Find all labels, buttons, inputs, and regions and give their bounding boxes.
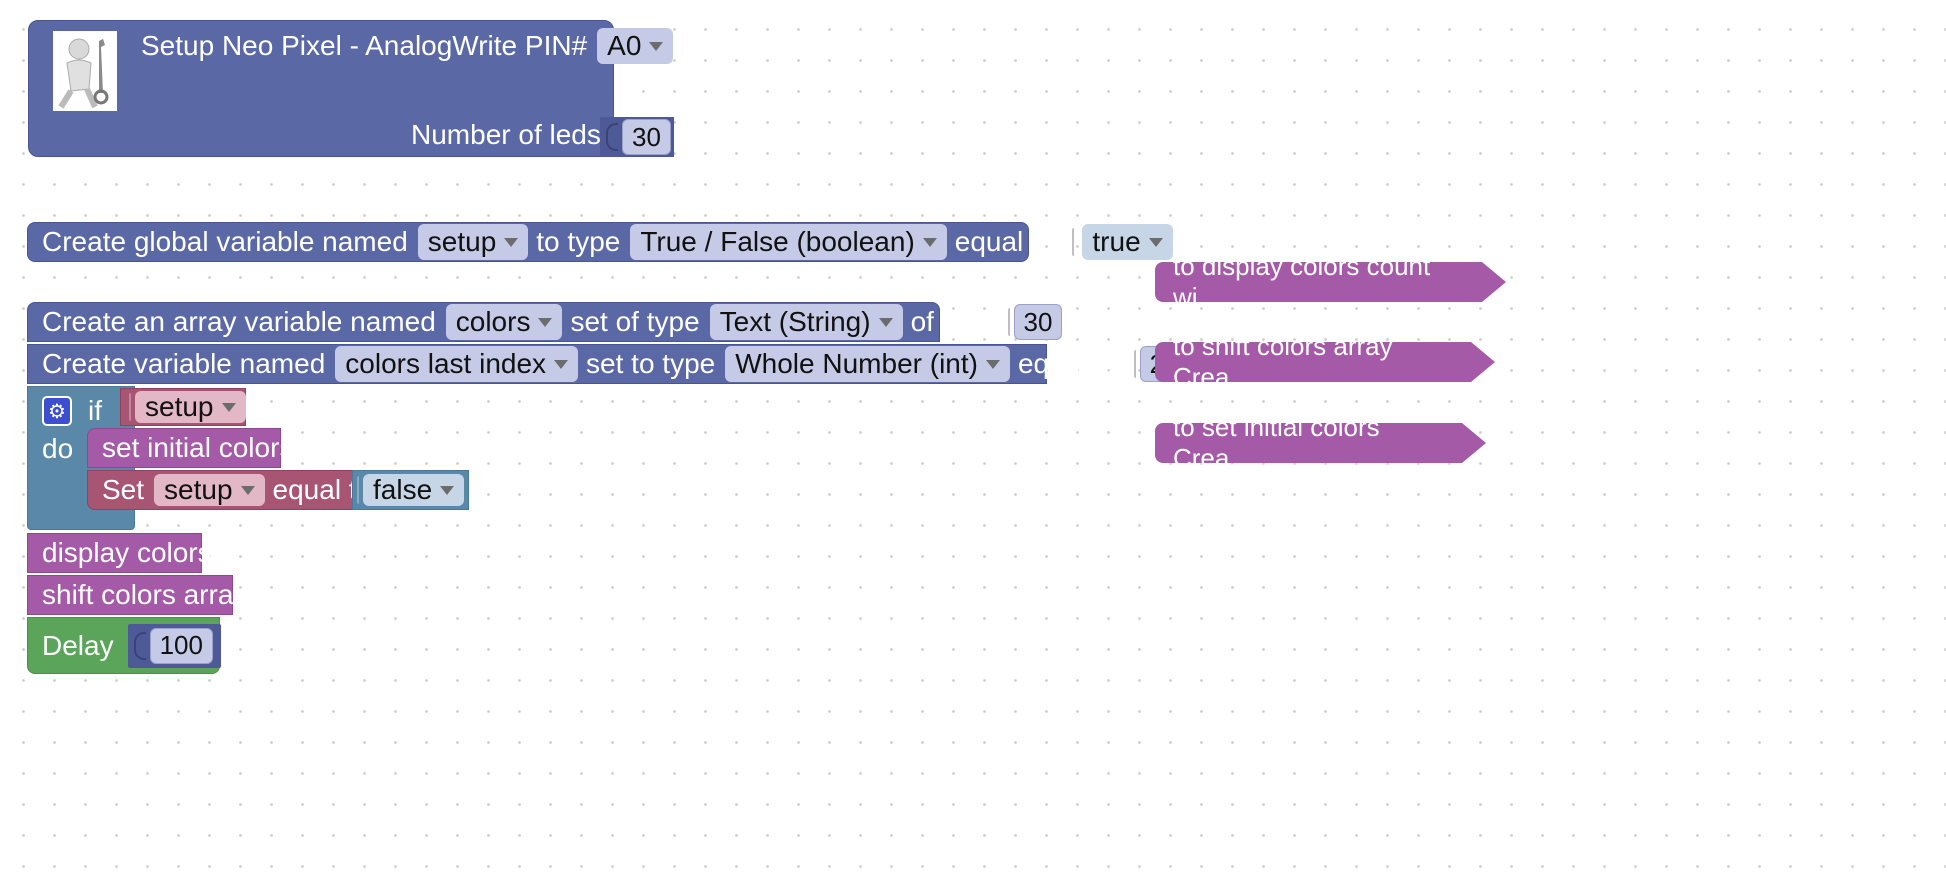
dropdown-arrow-icon — [922, 237, 937, 247]
set-variable-block[interactable]: Set setup equal to — [87, 470, 372, 510]
condition-var: setup — [145, 391, 214, 422]
dropdown-arrow-icon — [878, 317, 893, 327]
condition-var-dropdown[interactable]: setup — [135, 391, 246, 423]
false-value-block[interactable]: false — [352, 470, 469, 510]
dropdown-arrow-icon — [649, 41, 664, 51]
socket-notch-icon — [1007, 308, 1010, 336]
array-var-name-dropdown[interactable]: colors — [445, 304, 563, 340]
false-value: false — [373, 474, 433, 505]
gear-icon[interactable]: ⚙ — [42, 396, 72, 426]
if-condition-block[interactable]: setup — [120, 388, 246, 426]
global-var-name-dropdown[interactable]: setup — [417, 224, 529, 260]
function-def-label: to shift colors array Crea... — [1173, 331, 1393, 392]
dropdown-arrow-icon — [504, 237, 519, 247]
dropdown-arrow-icon — [1148, 237, 1163, 247]
do-label: do — [42, 433, 74, 464]
global-var-equal-to: equal to — [954, 226, 1055, 257]
socket-notch-icon — [357, 476, 359, 504]
index-var-type: Whole Number (int) — [735, 348, 978, 379]
leds-count-input[interactable]: 30 — [622, 119, 671, 155]
index-var-set-to-type: set to type — [586, 348, 716, 379]
function-def-label: to display colors count wi... — [1173, 251, 1431, 312]
set-initial-colors-call[interactable]: set initial colors — [87, 428, 293, 468]
global-var-name: setup — [427, 226, 497, 257]
set-var-name: setup — [164, 474, 233, 505]
array-var-prefix: Create an array variable named — [42, 306, 436, 337]
dropdown-arrow-icon — [440, 485, 455, 495]
index-var-name-dropdown[interactable]: colors last index — [335, 346, 579, 382]
dropdown-arrow-icon — [221, 402, 236, 412]
function-def-set-initial-colors[interactable]: to set initial colors Crea... — [1155, 412, 1486, 473]
wrench-person-icon — [53, 31, 117, 111]
pin-dropdown[interactable]: A0 — [597, 28, 674, 64]
set-var-dropdown[interactable]: setup — [154, 474, 265, 506]
socket-notch-icon — [129, 393, 131, 421]
dropdown-arrow-icon — [240, 485, 255, 495]
socket-notch-icon — [1072, 228, 1075, 256]
index-var-type-dropdown[interactable]: Whole Number (int) — [725, 346, 1010, 382]
delay-input-socket: 100 — [127, 623, 221, 668]
setup-neopixel-block[interactable]: Setup Neo Pixel - AnalogWrite PIN# A0 Nu… — [28, 20, 674, 157]
function-def-display-colors[interactable]: to display colors count wi... — [1155, 251, 1506, 312]
delay-label: Delay — [42, 629, 114, 661]
function-def-label: to set initial colors Crea... — [1173, 412, 1380, 473]
array-var-name: colors — [455, 306, 531, 337]
global-var-value: true — [1092, 226, 1141, 257]
global-var-to-type: to type — [536, 226, 621, 257]
index-var-prefix: Create variable named — [42, 348, 326, 379]
array-variable-block[interactable]: Create an array variable named colors se… — [27, 302, 1063, 342]
shift-colors-array-label: shift colors array — [42, 579, 248, 610]
index-variable-block[interactable]: Create variable named colors last index … — [27, 344, 1189, 384]
array-size-input[interactable]: 30 — [1013, 304, 1063, 340]
global-var-type: True / False (boolean) — [640, 226, 915, 257]
index-var-equal-to: equal to — [1017, 348, 1118, 379]
setup-title: Setup Neo Pixel - AnalogWrite PIN# — [141, 30, 588, 61]
delay-block[interactable]: Delay 100 — [27, 617, 221, 674]
set-initial-colors-label: set initial colors — [102, 432, 294, 463]
pin-value: A0 — [607, 30, 642, 61]
display-colors-label: display colors — [42, 537, 212, 568]
display-colors-call[interactable]: display colors — [27, 533, 212, 573]
global-var-type-dropdown[interactable]: True / False (boolean) — [630, 224, 947, 260]
delay-value-input[interactable]: 100 — [149, 627, 213, 664]
set-label: Set — [102, 474, 145, 505]
socket-notch-icon — [1133, 350, 1136, 378]
global-var-prefix: Create global variable named — [42, 226, 408, 257]
socket-notch-icon — [133, 631, 146, 660]
array-var-type-dropdown[interactable]: Text (String) — [709, 304, 903, 340]
array-var-of-size: of size — [910, 306, 992, 337]
if-label: if — [88, 395, 102, 426]
socket-notch-icon — [606, 123, 618, 151]
global-var-value-dropdown[interactable]: true — [1082, 224, 1173, 260]
dropdown-arrow-icon — [538, 317, 553, 327]
shift-colors-array-call[interactable]: shift colors array — [27, 575, 247, 615]
global-variable-block[interactable]: Create global variable named setup to ty… — [27, 222, 1173, 262]
array-var-set-of-type: set of type — [570, 306, 700, 337]
leds-label: Number of leds: — [411, 119, 609, 150]
array-var-type: Text (String) — [719, 306, 871, 337]
index-var-name: colors last index — [345, 348, 547, 379]
dropdown-arrow-icon — [554, 359, 569, 369]
dropdown-arrow-icon — [985, 359, 1000, 369]
leds-input-socket: 30 — [600, 117, 674, 157]
function-def-shift-colors[interactable]: to shift colors array Crea... — [1155, 331, 1495, 392]
false-value-dropdown[interactable]: false — [363, 474, 465, 506]
